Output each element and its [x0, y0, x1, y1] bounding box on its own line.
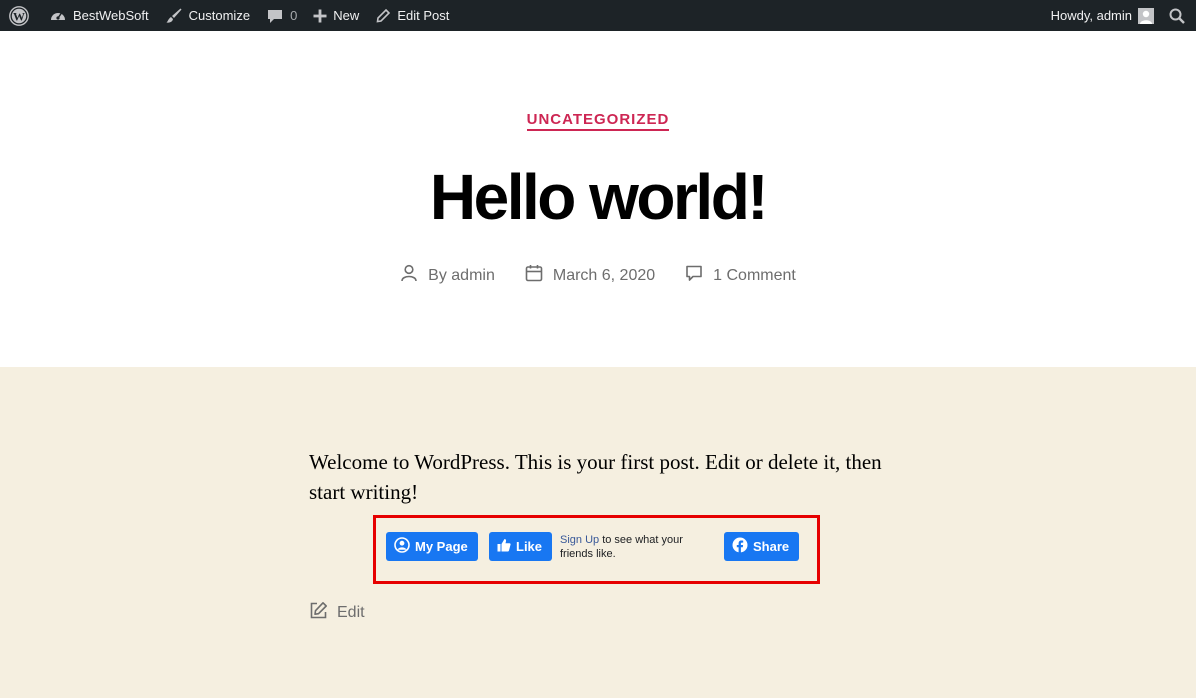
my-page-button[interactable]: My Page [386, 532, 478, 561]
comment-icon [685, 264, 713, 287]
customize-link[interactable]: Customize [157, 0, 258, 31]
post-content: Welcome to WordPress. This is your first… [0, 367, 1196, 698]
date-link[interactable]: March 6, 2020 [553, 267, 655, 285]
avatar [1138, 7, 1154, 24]
post-date: March 6, 2020 [525, 264, 655, 287]
search-icon [1168, 7, 1186, 25]
my-page-label: My Page [415, 539, 468, 554]
my-account-link[interactable]: Howdy, admin [1043, 0, 1160, 31]
edit-post-link-footer[interactable]: Edit [309, 601, 365, 625]
admin-bar: W BestWebSoft Customize 0 New Edit Post … [0, 0, 1196, 31]
comments-count: 0 [290, 8, 298, 23]
customize-label: Customize [188, 8, 251, 23]
edit-post-label: Edit Post [397, 8, 450, 23]
post-title: Hello world! [429, 161, 769, 233]
site-name-label: BestWebSoft [73, 8, 149, 23]
sign-up-link[interactable]: Sign Up [560, 534, 599, 546]
svg-text:W: W [13, 9, 25, 23]
howdy-label: Howdy, admin [1050, 8, 1132, 23]
post-meta: By admin March 6, 2020 1 Comment [0, 264, 1196, 287]
thumbs-up-icon [497, 538, 516, 555]
paintbrush-icon [165, 7, 183, 25]
comments-link[interactable]: 0 [258, 0, 305, 31]
like-button[interactable]: Like [489, 532, 553, 561]
post-author: By admin [400, 264, 495, 287]
like-label: Like [516, 539, 543, 554]
wordpress-menu[interactable]: W [0, 0, 41, 31]
category-link[interactable]: UNCATEGORIZED [526, 111, 670, 131]
edit-post-link[interactable]: Edit Post [367, 0, 457, 31]
dashboard-gauge-icon [49, 7, 67, 25]
user-circle-icon [394, 537, 415, 556]
pencil-icon [375, 8, 391, 24]
facebook-icon [732, 537, 753, 556]
like-social-text: Sign Up to see what your friends like. [560, 533, 700, 561]
post-body: Welcome to WordPress. This is your first… [309, 450, 882, 504]
share-label: Share [753, 539, 790, 554]
post-comments: 1 Comment [685, 264, 796, 287]
share-button[interactable]: Share [724, 532, 800, 561]
edit-label: Edit [337, 604, 365, 621]
edit-icon [309, 601, 337, 625]
comment-bubble-icon [266, 7, 284, 25]
comments-link-meta[interactable]: 1 Comment [713, 267, 796, 285]
author-link[interactable]: By admin [428, 267, 495, 285]
post-header: UNCATEGORIZED Hello world! By admin Marc… [0, 31, 1196, 367]
wordpress-icon: W [9, 5, 29, 26]
post-category: UNCATEGORIZED [0, 111, 1196, 131]
plus-icon [313, 9, 327, 23]
new-label: New [333, 8, 360, 23]
search-button[interactable] [1160, 0, 1196, 31]
facebook-buttons-highlight: My Page Like Sign Up to see what your fr… [373, 515, 820, 584]
calendar-icon [525, 264, 553, 287]
user-icon [400, 264, 428, 287]
new-content-link[interactable]: New [305, 0, 367, 31]
site-name-link[interactable]: BestWebSoft [41, 0, 157, 31]
